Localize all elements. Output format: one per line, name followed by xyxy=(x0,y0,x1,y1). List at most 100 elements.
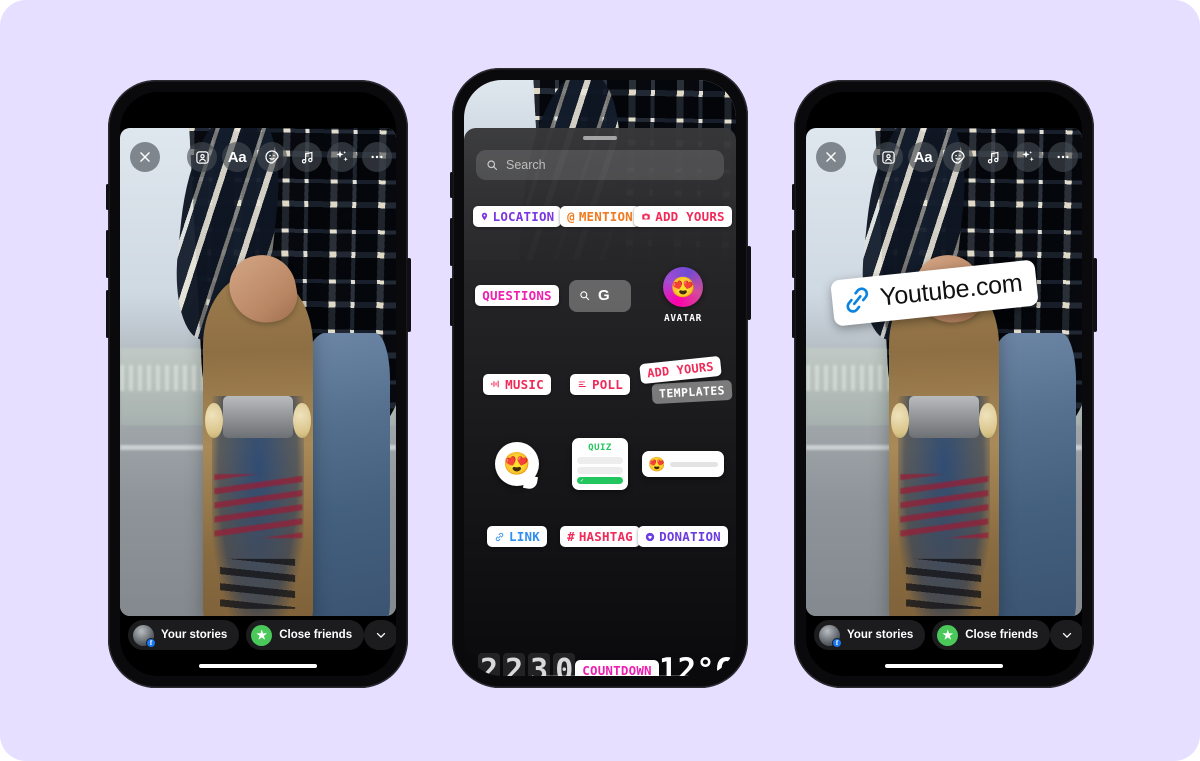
hashtag-label: HASHTAG xyxy=(578,529,633,544)
silent-switch[interactable] xyxy=(106,184,109,210)
countdown-label: COUNTDOWN xyxy=(582,662,652,677)
add-yours-sticker[interactable]: ADD YOURS xyxy=(634,206,732,227)
tray-grabber[interactable] xyxy=(583,136,617,140)
countdown-sticker[interactable]: COUNTDOWN xyxy=(545,659,689,677)
link-sticker-tray[interactable]: LINK xyxy=(487,526,547,547)
skateboard-wheel-right xyxy=(293,402,311,439)
phone-center-screen: Search LOCATION @ MENTION ADD YOURS QUES… xyxy=(464,80,736,676)
link-sticker-text: Youtube.com xyxy=(878,268,1024,312)
power-button[interactable] xyxy=(1093,258,1097,332)
quiz-sticker[interactable]: QUIZ ✓ xyxy=(572,438,628,490)
avatar-sticker[interactable]: 😍 xyxy=(663,267,703,307)
location-sticker[interactable]: LOCATION xyxy=(472,206,562,227)
time-sticker[interactable]: 2 2 3 0 xyxy=(478,652,576,676)
story-canvas-left[interactable]: Aa xyxy=(120,128,396,616)
avatar-emoji: 😍 xyxy=(670,276,696,299)
story-toolbar: Aa xyxy=(806,142,1082,172)
sticker-cell: 😍 xyxy=(476,442,558,486)
story-share-bar-left: f Your stories ★ Close friends xyxy=(120,620,396,650)
tag-people-button[interactable] xyxy=(873,142,903,172)
search-placeholder: Search xyxy=(506,158,546,172)
silent-switch[interactable] xyxy=(450,172,453,198)
sticker-cell: ADD YOURS xyxy=(634,206,732,227)
volume-up-button[interactable] xyxy=(449,218,453,266)
heart-icon xyxy=(645,532,655,541)
link-icon xyxy=(495,532,504,541)
effects-tool-button[interactable] xyxy=(1013,142,1043,172)
search-input[interactable]: Search xyxy=(476,150,724,180)
skateboard-wheel-left xyxy=(205,402,223,439)
close-button[interactable] xyxy=(816,142,846,172)
your-stories-button[interactable]: f Your stories xyxy=(128,620,240,650)
power-button[interactable] xyxy=(747,246,751,320)
donation-sticker[interactable]: DONATION xyxy=(638,526,728,547)
sticker-cell: MUSIC xyxy=(476,373,558,395)
more-options-button[interactable] xyxy=(1048,142,1078,172)
skateboard-truck xyxy=(908,395,980,439)
music-tool-button[interactable] xyxy=(978,142,1008,172)
waveform-icon xyxy=(491,380,499,388)
sticker-tray: Search LOCATION @ MENTION ADD YOURS QUES… xyxy=(464,128,736,676)
slider-emoji: 😍 xyxy=(648,455,666,472)
more-options-button[interactable] xyxy=(362,142,392,172)
phone-left-screen: Aa f Your stories ★ Close friends xyxy=(120,92,396,676)
sticker-tool-button[interactable] xyxy=(257,142,287,172)
photo-skateboard xyxy=(888,274,1000,616)
avatar: f xyxy=(133,624,156,648)
skateboard-truck xyxy=(222,395,294,439)
close-friends-button[interactable]: ★ Close friends xyxy=(932,620,1051,650)
skateboard-graffiti-red xyxy=(899,473,989,538)
volume-down-button[interactable] xyxy=(105,290,109,338)
avatar: f xyxy=(819,624,842,648)
your-stories-label: Your stories xyxy=(161,629,228,641)
effects-tool-button[interactable] xyxy=(327,142,357,172)
text-tool-button[interactable]: Aa xyxy=(222,142,252,172)
chevron-down-icon[interactable] xyxy=(364,620,396,650)
at-icon: @ xyxy=(567,209,575,224)
sticker-tool-button[interactable] xyxy=(943,142,973,172)
volume-up-button[interactable] xyxy=(105,230,109,278)
sticker-cell: LINK xyxy=(476,526,558,547)
story-canvas-right[interactable]: Youtube.com Aa xyxy=(806,128,1082,616)
tag-people-button[interactable] xyxy=(187,142,217,172)
home-indicator xyxy=(885,663,1003,668)
phone-right-screen: Youtube.com Aa f Your stories ★ Close fr… xyxy=(806,92,1082,676)
sticker-cell: POLL xyxy=(559,373,641,395)
questions-sticker-face[interactable]: QUESTIONS xyxy=(475,285,559,306)
close-button[interactable] xyxy=(130,142,160,172)
hashtag-sticker[interactable]: # HASHTAG xyxy=(560,526,640,547)
volume-up-button[interactable] xyxy=(791,230,795,278)
power-button[interactable] xyxy=(407,258,411,332)
poster-canvas: Aa f Your stories ★ Close friends Search… xyxy=(0,0,1200,761)
emoji-slider-sticker[interactable]: 😍 xyxy=(642,451,724,477)
sticker-row-2: QUESTIONS G 😍 AVATAR xyxy=(475,267,724,324)
poll-sticker[interactable]: POLL xyxy=(570,373,630,395)
gif-search-button[interactable]: G xyxy=(569,279,631,312)
sticker-row-3: MUSIC POLL ADD YOURS TEMPLATES xyxy=(476,355,733,406)
music-tool-button[interactable] xyxy=(292,142,322,172)
your-stories-button[interactable]: f Your stories xyxy=(814,620,926,650)
quiz-option-correct: ✓ xyxy=(577,477,623,484)
temperature-sticker[interactable]: 12°C xyxy=(659,652,734,676)
add-yours-top-card[interactable]: ADD YOURS xyxy=(639,355,722,385)
close-friends-button[interactable]: ★ Close friends xyxy=(246,620,365,650)
slider-track[interactable] xyxy=(670,461,718,467)
chevron-down-icon[interactable] xyxy=(1050,620,1082,650)
quiz-option-2 xyxy=(577,467,623,474)
text-tool-button[interactable]: Aa xyxy=(908,142,938,172)
sticker-cell: ADD YOURS TEMPLATES xyxy=(639,355,733,406)
music-label: MUSIC xyxy=(505,376,544,392)
add-yours-templates-sticker[interactable]: ADD YOURS TEMPLATES xyxy=(639,355,733,406)
camera-icon xyxy=(642,213,650,220)
story-photo xyxy=(120,128,396,616)
templates-card[interactable]: TEMPLATES xyxy=(651,379,733,405)
music-sticker[interactable]: MUSIC xyxy=(483,373,551,395)
quiz-option-1 xyxy=(577,457,623,464)
silent-switch[interactable] xyxy=(792,184,795,210)
emoji-reaction-sticker[interactable]: 😍 xyxy=(495,442,539,486)
mention-sticker[interactable]: @ MENTION xyxy=(560,206,640,227)
countdown-card[interactable]: COUNTDOWN xyxy=(575,659,659,677)
questions-sticker[interactable]: QUESTIONS xyxy=(475,285,559,311)
volume-down-button[interactable] xyxy=(791,290,795,338)
volume-down-button[interactable] xyxy=(449,278,453,326)
